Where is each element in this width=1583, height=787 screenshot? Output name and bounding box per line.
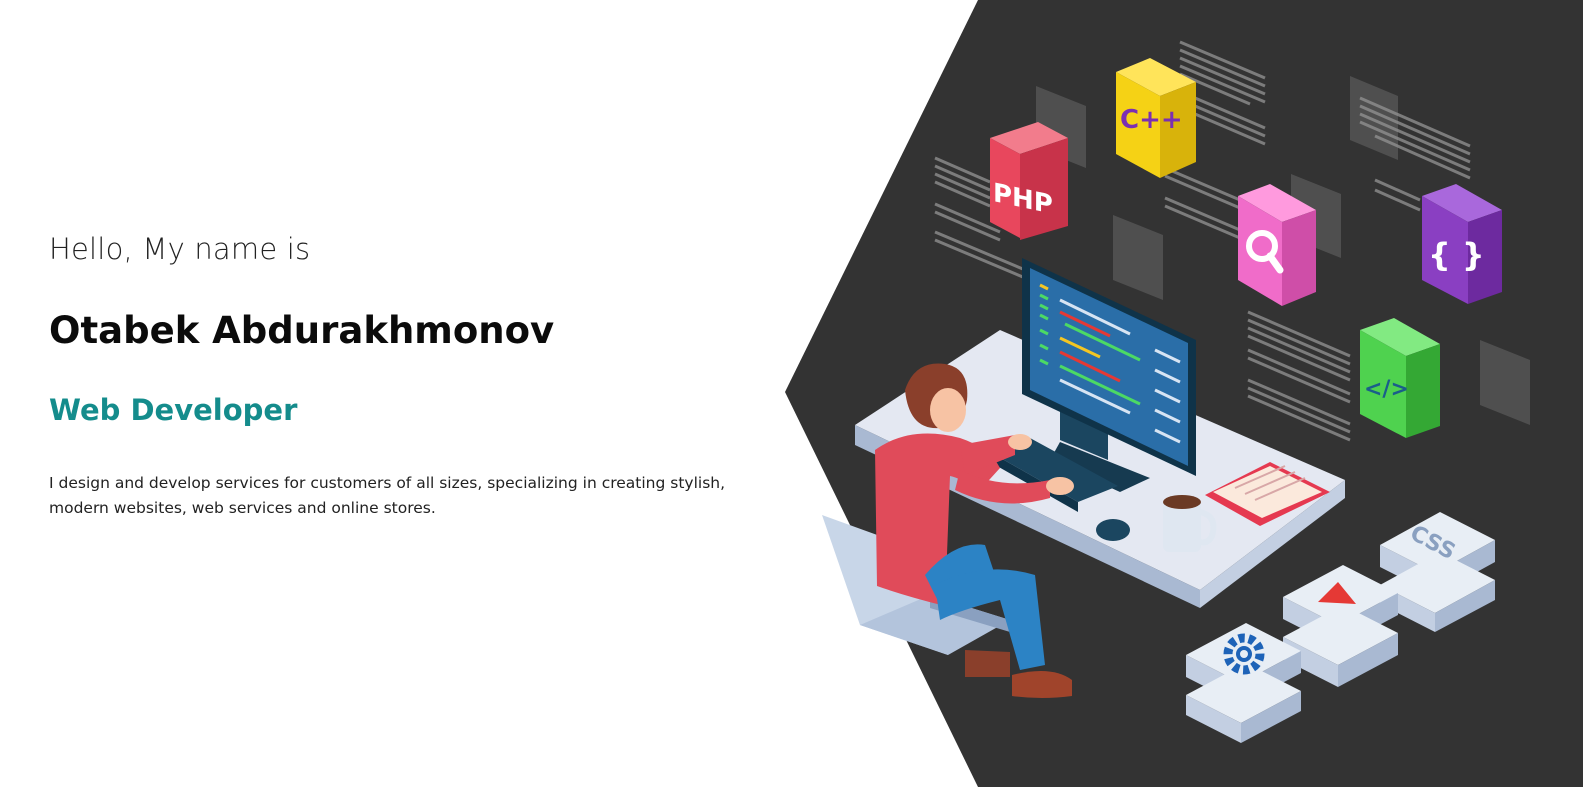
developer-illustration: PHP C++ { } </> CSS xyxy=(785,0,1583,787)
cpp-tile-icon: C++ xyxy=(1116,58,1196,178)
svg-text:C++: C++ xyxy=(1120,105,1183,135)
mouse xyxy=(1096,519,1130,541)
php-tile-icon: PHP xyxy=(990,122,1068,240)
hero-section: Hello, My name is Otabek Abdurakhmonov W… xyxy=(0,0,1583,787)
svg-text:</>: </> xyxy=(1364,377,1409,402)
svg-text:{ }: { } xyxy=(1428,236,1485,274)
